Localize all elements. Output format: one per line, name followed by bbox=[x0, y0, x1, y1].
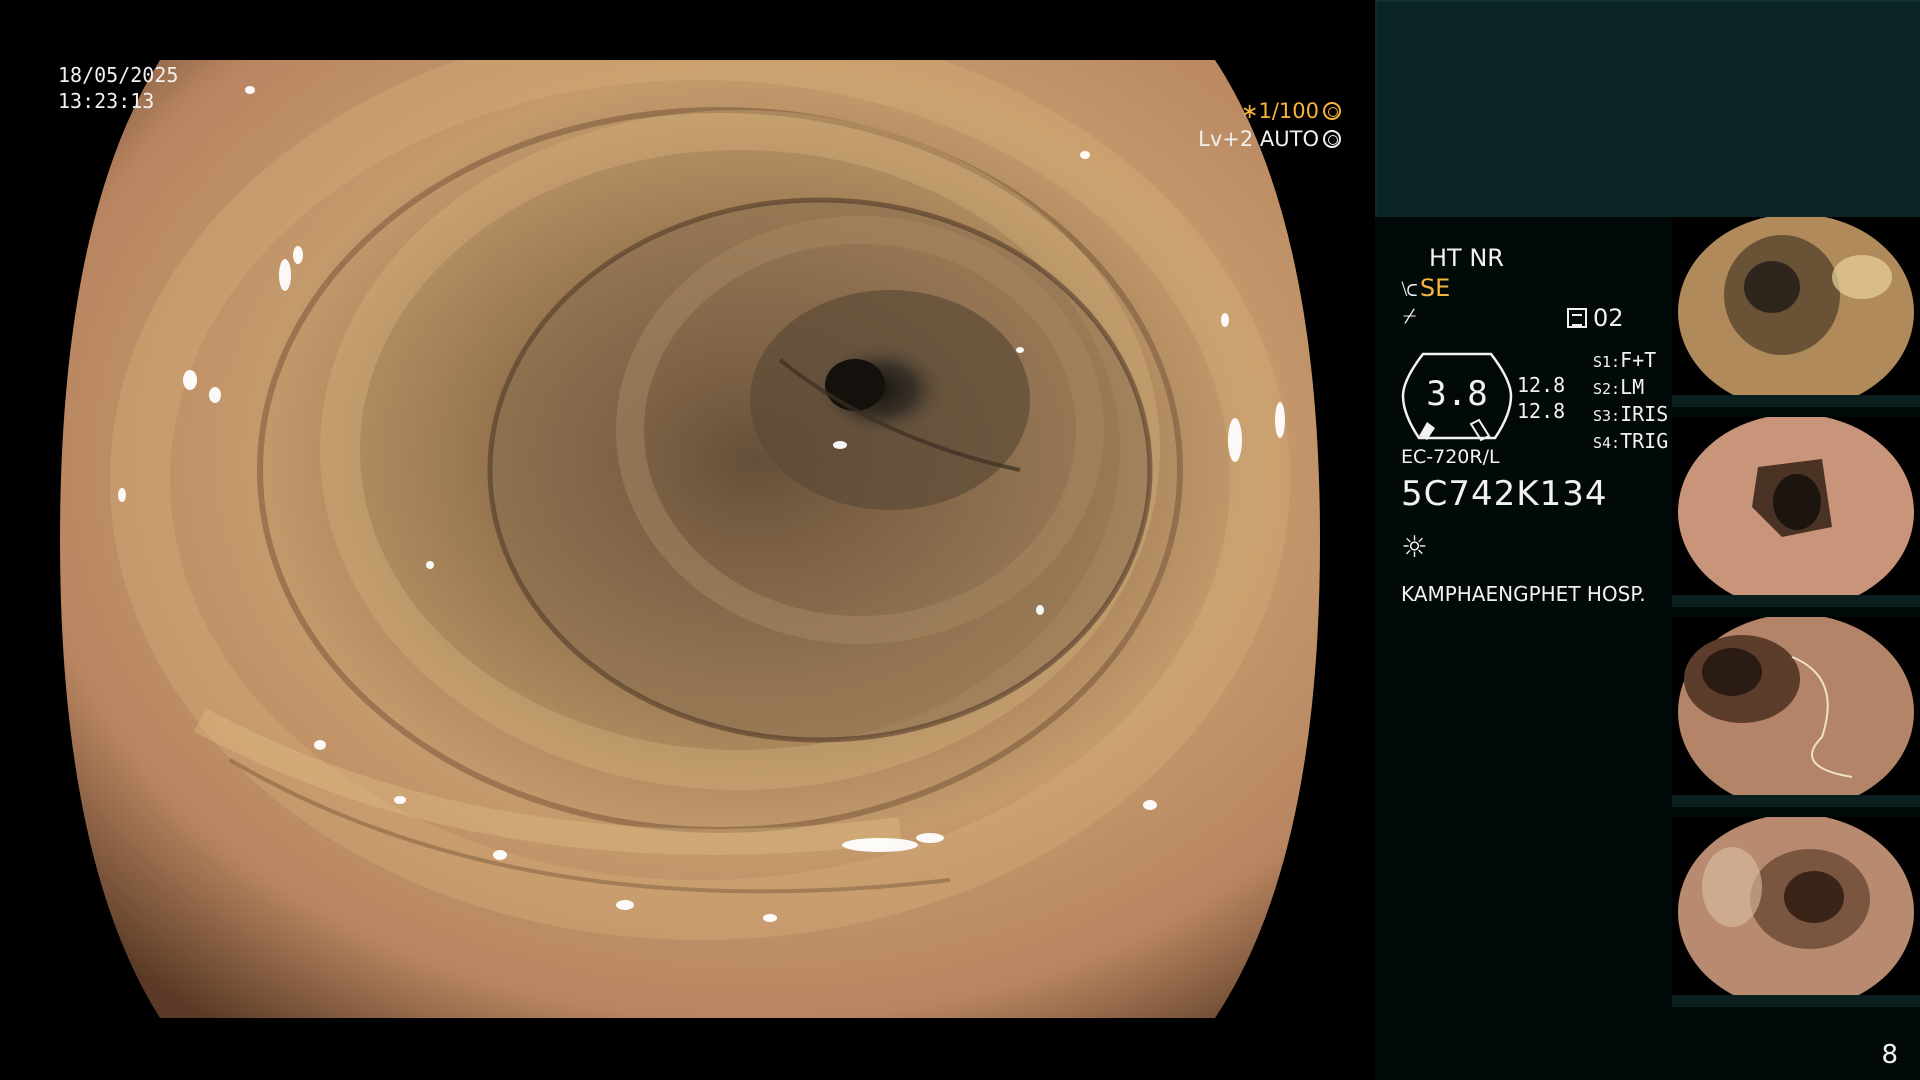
iris-text: Lv+2 AUTO bbox=[1198, 127, 1319, 151]
thumbnail-2[interactable] bbox=[1672, 417, 1920, 607]
ht-nr-label: HT NR bbox=[1429, 244, 1504, 272]
gauge-value: 3.8 bbox=[1426, 374, 1488, 414]
light-icon: ☼ bbox=[1401, 530, 1428, 565]
thumbnail-3[interactable] bbox=[1672, 617, 1920, 807]
thumbnail-image bbox=[1672, 417, 1920, 607]
time-text: 13:23:13 bbox=[58, 89, 155, 113]
aperture-icon bbox=[1323, 102, 1341, 120]
switch-row: S2:LM bbox=[1593, 375, 1645, 399]
shutter-text: ∗1/100 bbox=[1240, 99, 1319, 123]
date-time-readout: 18/05/2025 13:23:13 bbox=[58, 62, 178, 114]
endoscopic-image bbox=[60, 60, 1320, 1018]
switch-assignments: S1:F+T S2:LM S3:IRIS S4:TRIG bbox=[1593, 348, 1668, 456]
info-side-panel: HT NR ⟈SE ⌿ 02 3.8 12.8 12.8 S1:F+T S2:LM… bbox=[1375, 0, 1920, 1080]
zoom-icon: ⌿ bbox=[1403, 304, 1417, 329]
scope-model: EC-720R/L bbox=[1401, 446, 1500, 468]
enhance-icon: ⟈ bbox=[1401, 277, 1418, 301]
hospital-name: KAMPHAENGPHET HOSP. bbox=[1401, 582, 1646, 606]
chamber-icon bbox=[1567, 308, 1587, 328]
scope-serial: 5C742K134 bbox=[1401, 474, 1608, 514]
endoscope-main-view: 18/05/2025 13:23:13 ∗1/100 Lv+2 AUTO bbox=[0, 0, 1375, 1080]
chamber-setting: 02 bbox=[1567, 304, 1624, 332]
panel-header-area bbox=[1375, 0, 1920, 217]
thumbnail-1[interactable] bbox=[1672, 217, 1920, 407]
shutter-readout: ∗1/100 bbox=[1241, 98, 1341, 124]
thumbnail-4[interactable] bbox=[1672, 817, 1920, 1007]
date-text: 18/05/2025 bbox=[58, 63, 179, 87]
chamber-value: 02 bbox=[1593, 304, 1624, 332]
page-number: 8 bbox=[1881, 1040, 1898, 1070]
iris-icon bbox=[1323, 130, 1341, 148]
scope-info-block: HT NR ⟈SE ⌿ 02 3.8 12.8 12.8 S1:F+T S2:LM… bbox=[1401, 240, 1671, 640]
enhance-mode-label: SE bbox=[1419, 274, 1451, 302]
switch-row: S1:F+T bbox=[1593, 348, 1657, 372]
scale-values: 12.8 12.8 bbox=[1517, 372, 1565, 424]
scale-value-1: 12.8 bbox=[1517, 373, 1566, 397]
enhance-mode: ⟈SE bbox=[1401, 274, 1450, 302]
switch-row: S4:TRIG bbox=[1593, 429, 1669, 453]
scale-value-2: 12.8 bbox=[1517, 399, 1566, 423]
iris-readout: Lv+2 AUTO bbox=[1198, 126, 1341, 152]
thumbnail-image bbox=[1672, 817, 1920, 1007]
thumbnail-image bbox=[1672, 217, 1920, 407]
switch-row: S3:IRIS bbox=[1593, 402, 1669, 426]
thumbnail-image bbox=[1672, 617, 1920, 807]
